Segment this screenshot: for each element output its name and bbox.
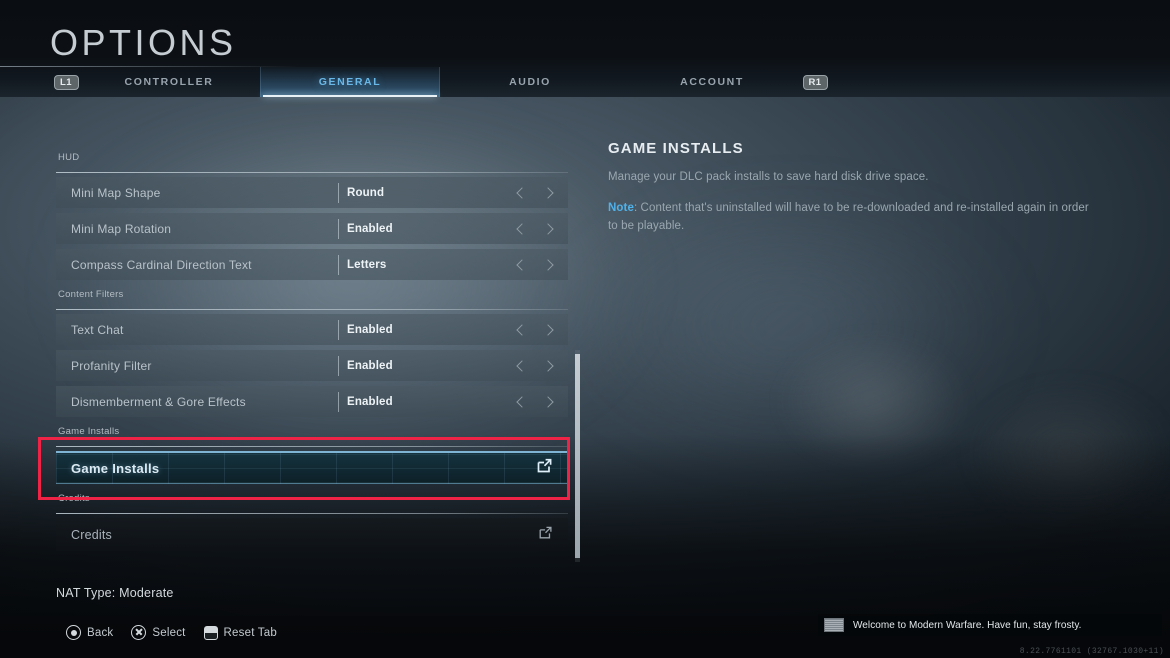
header: OPTIONS L1 CONTROLLER GENERAL AUDIO ACCO… (0, 0, 1170, 97)
setting-value: Enabled (338, 391, 510, 412)
setting-label: Mini Map Rotation (71, 221, 172, 236)
prompt-reset-tab-label: Reset Tab (223, 626, 277, 639)
external-link-icon (536, 457, 553, 479)
tab-account-label: ACCOUNT (680, 76, 744, 88)
l1-badge-icon: L1 (53, 74, 79, 90)
settings-list: HUD Mini Map Shape Round Mini Map Rotati… (56, 152, 568, 556)
tab-audio[interactable]: AUDIO (470, 67, 590, 97)
setting-row-compass-cardinal-direction-text[interactable]: Compass Cardinal Direction Text Letters (56, 249, 568, 280)
info-panel-description: Manage your DLC pack installs to save ha… (608, 171, 929, 183)
setting-value: Round (338, 182, 510, 203)
chevron-left-icon[interactable] (516, 323, 528, 336)
toast-thumbnail-icon (824, 618, 844, 632)
chevron-right-icon[interactable] (542, 395, 554, 408)
external-link-icon (538, 525, 553, 545)
prompt-reset-tab[interactable]: Reset Tab (203, 625, 277, 640)
cross-button-icon (131, 625, 147, 640)
info-panel-note: Note: Content that's uninstalled will ha… (608, 200, 1090, 235)
build-version-string: 8.22.7761101 (32767.1030+11) (1019, 647, 1164, 656)
section-header-content-filters: Content Filters (58, 289, 124, 300)
setting-row-credits[interactable]: Credits (56, 518, 568, 551)
tab-bar: L1 CONTROLLER GENERAL AUDIO ACCOUNT R1 (0, 67, 1170, 97)
info-panel-note-text: : Content that's uninstalled will have t… (608, 202, 1089, 232)
tab-general-label: GENERAL (318, 76, 382, 88)
tab-controller-label: CONTROLLER (124, 76, 214, 88)
section-divider-hud (56, 172, 568, 173)
setting-arrows (510, 323, 568, 336)
tab-general[interactable]: GENERAL (260, 67, 440, 97)
setting-label: Dismemberment & Gore Effects (71, 394, 246, 409)
r1-badge-icon: R1 (802, 74, 828, 90)
setting-row-game-installs[interactable]: Game Installs (56, 451, 568, 484)
section-divider-content-filters (56, 309, 568, 310)
chevron-right-icon[interactable] (542, 222, 554, 235)
setting-value: Enabled (338, 218, 510, 239)
tab-audio-label: AUDIO (509, 76, 551, 88)
chevron-left-icon[interactable] (516, 186, 528, 199)
section-header-credits: Credits (58, 493, 90, 504)
prompt-back-label: Back (87, 626, 114, 639)
toast-notification: Welcome to Modern Warfare. Have fun, sta… (818, 614, 1162, 636)
tab-controller[interactable]: CONTROLLER (98, 67, 240, 97)
info-panel: GAME INSTALLS Manage your DLC pack insta… (608, 140, 1090, 235)
prompt-select[interactable]: Select (131, 625, 185, 640)
setting-arrows (510, 186, 568, 199)
chevron-left-icon[interactable] (516, 395, 528, 408)
left-bumper-button[interactable]: L1 (46, 67, 86, 97)
chevron-right-icon[interactable] (542, 258, 554, 271)
setting-label: Text Chat (71, 322, 124, 337)
button-prompts: Back Select Reset Tab (66, 625, 277, 640)
setting-value: Letters (338, 254, 510, 275)
tab-account[interactable]: ACCOUNT (650, 67, 774, 97)
info-panel-title: GAME INSTALLS (608, 140, 744, 157)
touchpad-button-icon (203, 625, 218, 640)
setting-arrows (510, 359, 568, 372)
chevron-left-icon[interactable] (516, 258, 528, 271)
section-header-game-installs: Game Installs (58, 426, 120, 437)
page-title: OPTIONS (50, 22, 237, 63)
info-panel-note-label: Note (608, 202, 634, 215)
chevron-left-icon[interactable] (516, 359, 528, 372)
setting-arrows (510, 395, 568, 408)
setting-arrows (510, 258, 568, 271)
section-divider-credits (56, 513, 568, 514)
chevron-left-icon[interactable] (516, 222, 528, 235)
settings-scrollbar-track[interactable] (575, 350, 580, 562)
setting-label: Compass Cardinal Direction Text (71, 257, 252, 272)
setting-value: Enabled (338, 355, 510, 376)
toast-message: Welcome to Modern Warfare. Have fun, sta… (853, 619, 1082, 631)
setting-value: Enabled (338, 319, 510, 340)
setting-row-profanity-filter[interactable]: Profanity Filter Enabled (56, 350, 568, 381)
chevron-right-icon[interactable] (542, 359, 554, 372)
section-divider-game-installs (56, 446, 568, 447)
settings-scrollbar-thumb[interactable] (575, 354, 580, 558)
setting-row-dismemberment-gore-effects[interactable]: Dismemberment & Gore Effects Enabled (56, 386, 568, 417)
setting-label: Credits (71, 527, 112, 542)
section-header-hud: HUD (58, 152, 80, 163)
prompt-back[interactable]: Back (66, 625, 113, 640)
setting-label: Game Installs (71, 460, 160, 476)
setting-label: Mini Map Shape (71, 185, 161, 200)
setting-row-text-chat[interactable]: Text Chat Enabled (56, 314, 568, 345)
setting-row-mini-map-shape[interactable]: Mini Map Shape Round (56, 177, 568, 208)
chevron-right-icon[interactable] (542, 186, 554, 199)
setting-arrows (510, 222, 568, 235)
setting-row-mini-map-rotation[interactable]: Mini Map Rotation Enabled (56, 213, 568, 244)
right-bumper-button[interactable]: R1 (795, 67, 835, 97)
setting-label: Profanity Filter (71, 358, 152, 373)
chevron-right-icon[interactable] (542, 323, 554, 336)
prompt-select-label: Select (152, 626, 186, 639)
nat-type-status: NAT Type: Moderate (56, 586, 174, 600)
circle-button-icon (66, 625, 81, 640)
